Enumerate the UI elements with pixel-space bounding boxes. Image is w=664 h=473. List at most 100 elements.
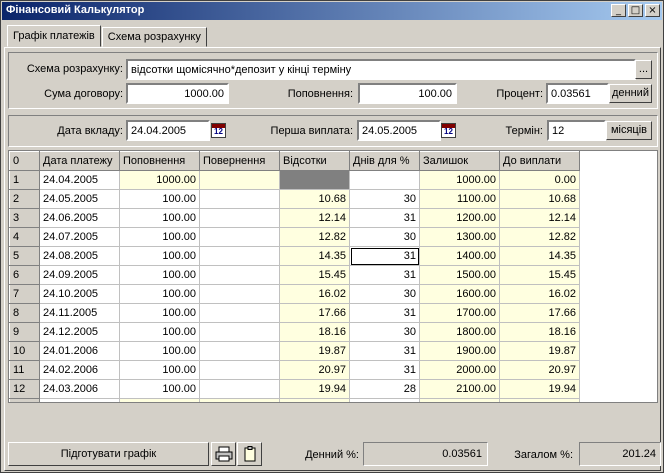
- calendar-icon[interactable]: [211, 123, 226, 138]
- cell-topup[interactable]: 100.00: [119, 208, 200, 228]
- printer-icon[interactable]: [211, 442, 236, 466]
- cell-date[interactable]: 24.04.2005: [39, 170, 120, 190]
- scheme-browse-button[interactable]: ...: [635, 60, 652, 79]
- cell-payout[interactable]: 15.45: [499, 265, 580, 285]
- cell-date[interactable]: 24.06.2005: [39, 208, 120, 228]
- cell-return[interactable]: [199, 189, 280, 209]
- cell-date[interactable]: 24.05.2005: [39, 189, 120, 209]
- cell-return[interactable]: [199, 265, 280, 285]
- cell-return[interactable]: [199, 379, 280, 399]
- cell-topup[interactable]: 1000.00: [119, 170, 200, 190]
- cell-topup[interactable]: 100.00: [119, 303, 200, 323]
- percent-field[interactable]: 0.03561: [546, 83, 609, 104]
- cell-payout[interactable]: 10.68: [499, 189, 580, 209]
- minimize-button[interactable]: _: [611, 4, 626, 17]
- cell-interest[interactable]: 16.02: [279, 284, 350, 304]
- term-unit-button[interactable]: місяців: [606, 121, 652, 140]
- cell-payout[interactable]: 20.97: [499, 360, 580, 380]
- deposit-date-field[interactable]: 24.04.2005: [126, 120, 210, 141]
- cell-days[interactable]: 31: [349, 265, 420, 285]
- cell-topup[interactable]: 100.00: [119, 284, 200, 304]
- cell-payout[interactable]: 19.87: [499, 341, 580, 361]
- cell-payout[interactable]: 14.35: [499, 246, 580, 266]
- table-row[interactable]: 10 24.01.2006 100.00 19.87 31 1900.00 19.87: [9, 341, 580, 361]
- cell-interest[interactable]: 19.87: [279, 341, 350, 361]
- cell-days[interactable]: 30: [349, 284, 420, 304]
- cell-date[interactable]: 24.02.2006: [39, 360, 120, 380]
- table-row[interactable]: 11 24.02.2006 100.00 20.97 31 2000.00 20.97: [9, 360, 580, 380]
- cell-return[interactable]: [199, 341, 280, 361]
- cell-topup[interactable]: 100.00: [119, 265, 200, 285]
- cell-topup[interactable]: [119, 398, 200, 402]
- table-row[interactable]: 8 24.11.2005 100.00 17.66 31 1700.00 17.66: [9, 303, 580, 323]
- cell-return[interactable]: [199, 303, 280, 323]
- column-header-days[interactable]: Днів для %: [349, 151, 420, 171]
- cell-return[interactable]: [199, 170, 280, 190]
- tab-calculation-scheme[interactable]: Схема розрахунку: [101, 27, 207, 47]
- clipboard-icon[interactable]: [237, 442, 262, 466]
- column-header-return[interactable]: Повернення: [199, 151, 280, 171]
- cell-interest[interactable]: 12.14: [279, 208, 350, 228]
- table-row[interactable]: 2 24.05.2005 100.00 10.68 30 1100.00 10.68: [9, 189, 580, 209]
- cell-payout[interactable]: 19.94: [499, 379, 580, 399]
- cell-return[interactable]: [199, 284, 280, 304]
- cell-interest[interactable]: 19.94: [279, 379, 350, 399]
- cell-days[interactable]: 31: [349, 360, 420, 380]
- table-row[interactable]: 6 24.09.2005 100.00 15.45 31 1500.00 15.45: [9, 265, 580, 285]
- cell-balance[interactable]: 1500.00: [419, 265, 500, 285]
- cell-days[interactable]: 28: [349, 379, 420, 399]
- table-row[interactable]: 9 24.12.2005 100.00 18.16 30 1800.00 18.16: [9, 322, 580, 342]
- cell-days[interactable]: 30: [349, 227, 420, 247]
- cell-balance[interactable]: 1900.00: [419, 341, 500, 361]
- cell-date[interactable]: 24.10.2005: [39, 284, 120, 304]
- cell-topup[interactable]: 100.00: [119, 341, 200, 361]
- cell-interest[interactable]: 14.35: [279, 246, 350, 266]
- scheme-field[interactable]: відсотки щомісячно*депозит у кінці термі…: [126, 59, 636, 80]
- calendar-icon[interactable]: [441, 123, 456, 138]
- cell-date[interactable]: 24.09.2005: [39, 265, 120, 285]
- cell-return[interactable]: [199, 227, 280, 247]
- cell-days[interactable]: 31: [349, 398, 420, 402]
- cell-topup[interactable]: 100.00: [119, 246, 200, 266]
- close-button[interactable]: ×: [645, 4, 660, 17]
- cell-payout[interactable]: 2123.18: [499, 398, 580, 402]
- cell-balance[interactable]: 1600.00: [419, 284, 500, 304]
- cell-days[interactable]: 30: [349, 189, 420, 209]
- title-bar[interactable]: Фінансовий Калькулятор _ □ ×: [2, 2, 662, 20]
- cell-interest[interactable]: 23.18: [279, 398, 350, 402]
- cell-balance[interactable]: 1400.00: [419, 246, 500, 266]
- cell-balance[interactable]: 1800.00: [419, 322, 500, 342]
- cell-balance[interactable]: 2100.00: [419, 398, 500, 402]
- table-row[interactable]: 5 24.08.2005 100.00 14.35 31 1400.00 14.35: [9, 246, 580, 266]
- cell-balance[interactable]: 1300.00: [419, 227, 500, 247]
- cell-balance[interactable]: 1100.00: [419, 189, 500, 209]
- cell-topup[interactable]: 100.00: [119, 379, 200, 399]
- cell-days[interactable]: 30: [349, 322, 420, 342]
- cell-return[interactable]: [199, 322, 280, 342]
- first-payment-field[interactable]: 24.05.2005: [357, 120, 441, 141]
- column-header-payout[interactable]: До виплати: [499, 151, 580, 171]
- table-row[interactable]: 4 24.07.2005 100.00 12.82 30 1300.00 12.82: [9, 227, 580, 247]
- cell-interest[interactable]: [279, 170, 350, 190]
- cell-date[interactable]: 24.08.2005: [39, 246, 120, 266]
- cell-date[interactable]: 24.12.2005: [39, 322, 120, 342]
- cell-interest[interactable]: 10.68: [279, 189, 350, 209]
- cell-return[interactable]: [199, 360, 280, 380]
- cell-date[interactable]: 24.07.2005: [39, 227, 120, 247]
- cell-days[interactable]: 31: [349, 303, 420, 323]
- cell-payout[interactable]: 12.14: [499, 208, 580, 228]
- cell-topup[interactable]: 100.00: [119, 189, 200, 209]
- cell-date[interactable]: 24.01.2006: [39, 341, 120, 361]
- percent-unit-button[interactable]: денний: [609, 84, 652, 103]
- column-header-date[interactable]: Дата платежу: [39, 151, 120, 171]
- cell-payout[interactable]: 16.02: [499, 284, 580, 304]
- cell-interest[interactable]: 12.82: [279, 227, 350, 247]
- cell-interest[interactable]: 18.16: [279, 322, 350, 342]
- cell-days[interactable]: 31: [349, 246, 420, 266]
- cell-balance[interactable]: 2100.00: [419, 379, 500, 399]
- table-row[interactable]: 1 24.04.2005 1000.00 1000.00 0.00: [9, 170, 580, 190]
- cell-payout[interactable]: 17.66: [499, 303, 580, 323]
- table-row[interactable]: 12 24.03.2006 100.00 19.94 28 2100.00 19.94: [9, 379, 580, 399]
- cell-topup[interactable]: 100.00: [119, 227, 200, 247]
- column-header-interest[interactable]: Відсотки: [279, 151, 350, 171]
